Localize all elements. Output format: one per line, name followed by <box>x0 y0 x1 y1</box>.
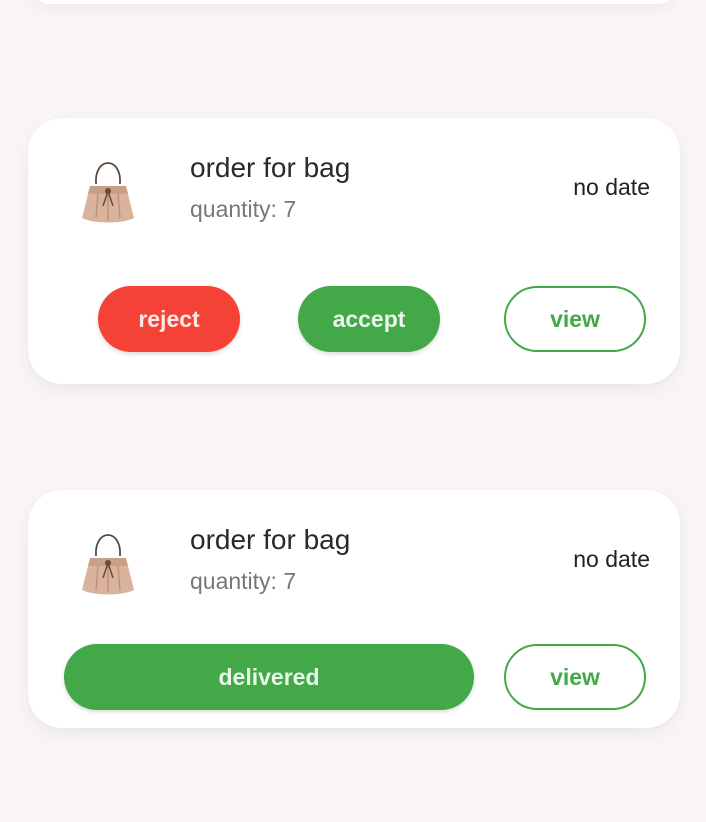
view-button[interactable]: view <box>504 644 646 710</box>
order-card: order for bag quantity: 7 no date reject… <box>28 118 680 384</box>
order-quantity: quantity: 7 <box>190 196 297 222</box>
previous-order-card <box>28 0 680 4</box>
view-button[interactable]: view <box>504 286 646 352</box>
order-card: order for bag quantity: 7 no date delive… <box>28 490 680 728</box>
handbag-icon <box>76 516 140 596</box>
order-date: no date <box>573 546 650 572</box>
order-title: order for bag <box>190 152 351 183</box>
orders-page: order for bag quantity: 7 no date reject… <box>0 0 706 822</box>
handbag-image <box>82 162 134 223</box>
order-title: order for bag <box>190 524 351 555</box>
order-date: no date <box>573 174 650 200</box>
delivered-button[interactable]: delivered <box>64 644 474 710</box>
handbag-icon <box>76 144 140 224</box>
reject-button[interactable]: reject <box>98 286 240 352</box>
accept-button[interactable]: accept <box>298 286 440 352</box>
order-quantity: quantity: 7 <box>190 568 297 594</box>
handbag-image <box>82 534 134 595</box>
